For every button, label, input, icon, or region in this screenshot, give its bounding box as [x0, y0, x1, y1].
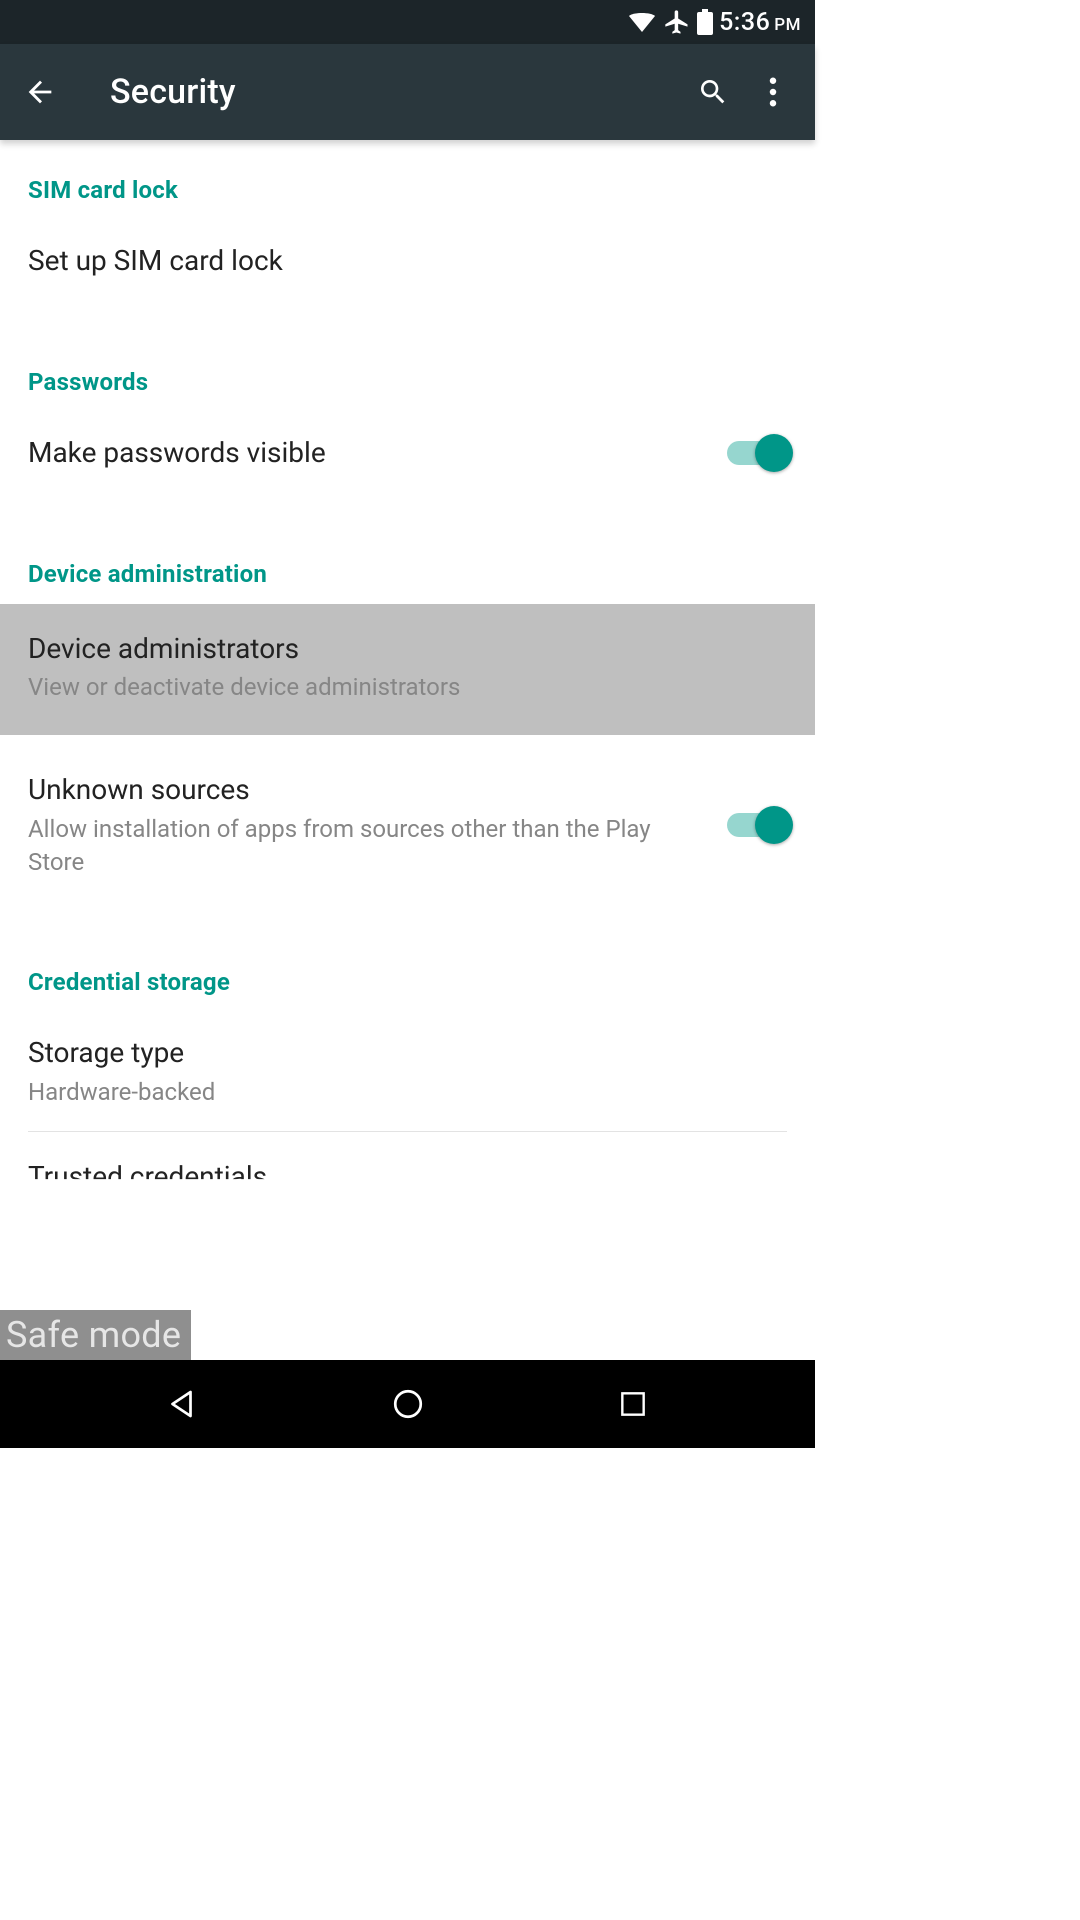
section-sim-card-lock: SIM card lock: [0, 140, 815, 222]
setting-title: Make passwords visible: [28, 434, 707, 472]
more-vert-icon: [769, 77, 777, 107]
page-title: Security: [110, 72, 236, 112]
section-credential-storage: Credential storage: [0, 908, 815, 1014]
setting-title: Storage type: [28, 1034, 767, 1072]
status-clock: 5:36 PM: [719, 8, 801, 37]
settings-list[interactable]: SIM card lock Set up SIM card lock Passw…: [0, 140, 815, 1360]
safe-mode-badge: Safe mode: [0, 1310, 191, 1360]
battery-icon: [697, 9, 713, 35]
nav-home-icon: [390, 1386, 426, 1422]
airplane-mode-icon: [663, 8, 691, 36]
nav-recent-button[interactable]: [603, 1374, 663, 1434]
arrow-back-icon: [23, 75, 57, 109]
setting-make-passwords-visible[interactable]: Make passwords visible: [0, 414, 815, 500]
status-time-ampm: PM: [774, 15, 801, 35]
setting-trusted-credentials[interactable]: Trusted credentials: [0, 1132, 815, 1190]
nav-home-button[interactable]: [378, 1374, 438, 1434]
setting-title: Trusted credentials: [28, 1158, 767, 1196]
wifi-icon: [627, 10, 657, 34]
section-passwords: Passwords: [0, 308, 815, 414]
setting-title: Device administrators: [28, 630, 767, 668]
setting-storage-type[interactable]: Storage type Hardware-backed: [0, 1014, 815, 1131]
overflow-menu-button[interactable]: [749, 68, 797, 116]
setting-unknown-sources[interactable]: Unknown sources Allow installation of ap…: [0, 735, 815, 908]
setting-subtitle: Hardware-backed: [28, 1076, 767, 1110]
setting-device-administrators[interactable]: Device administrators View or deactivate…: [0, 604, 815, 735]
toggle-thumb: [755, 806, 793, 844]
setting-title: Unknown sources: [28, 771, 707, 809]
setting-title: Set up SIM card lock: [28, 242, 767, 280]
navigation-bar: [0, 1360, 815, 1448]
toggle-unknown-sources[interactable]: [727, 813, 787, 837]
setting-setup-sim-card-lock[interactable]: Set up SIM card lock: [0, 222, 815, 308]
nav-recent-icon: [617, 1388, 649, 1420]
toggle-thumb: [755, 434, 793, 472]
setting-subtitle: Allow installation of apps from sources …: [28, 813, 707, 880]
search-icon: [697, 76, 729, 108]
back-button[interactable]: [18, 70, 62, 114]
toggle-passwords-visible[interactable]: [727, 441, 787, 465]
section-device-administration: Device administration: [0, 500, 815, 604]
nav-back-icon: [165, 1386, 201, 1422]
status-bar: 5:36 PM: [0, 0, 815, 44]
status-time-value: 5:36: [719, 8, 770, 37]
nav-back-button[interactable]: [153, 1374, 213, 1434]
app-bar: Security: [0, 44, 815, 140]
setting-subtitle: View or deactivate device administrators: [28, 671, 767, 705]
search-button[interactable]: [689, 68, 737, 116]
